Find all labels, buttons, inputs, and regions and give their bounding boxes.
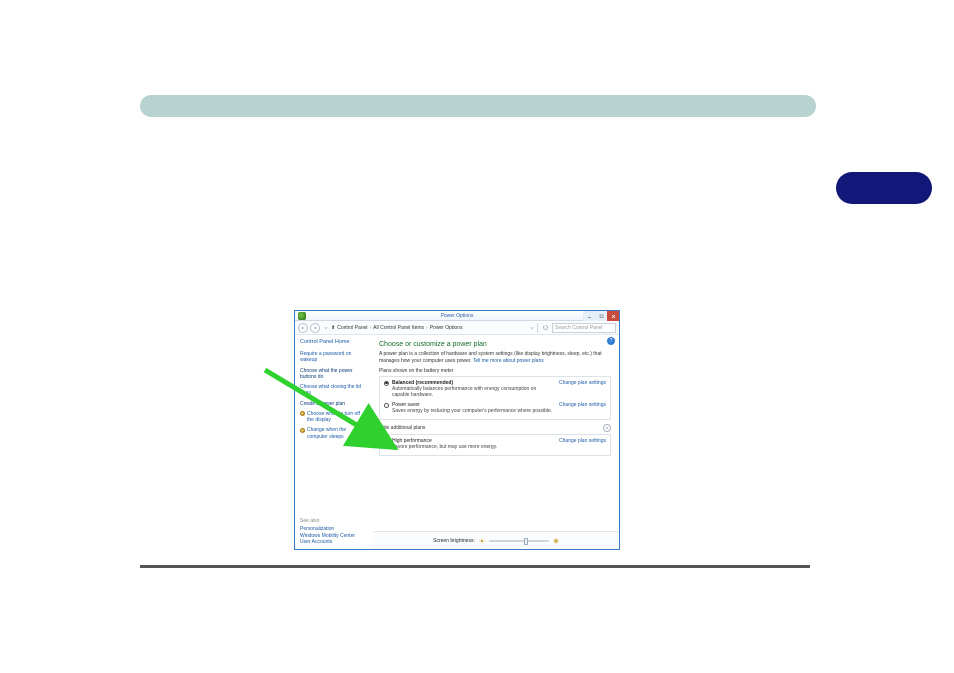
minimize-button[interactable] — [583, 311, 595, 321]
power-icon — [298, 312, 306, 320]
plan-desc: Saves energy by reducing your computer's… — [392, 408, 555, 414]
search-input[interactable]: Search Control Panel — [552, 323, 616, 333]
sidebar-link[interactable]: Choose what closing the lid does — [300, 384, 368, 397]
change-plan-settings-link[interactable]: Change plan settings — [559, 380, 606, 399]
chevron-right-icon: › — [370, 325, 372, 331]
battery-plans-box: Balanced (recommended) Automatically bal… — [379, 376, 611, 420]
brightness-label: Screen brightness: — [433, 538, 475, 544]
shield-icon — [300, 428, 305, 433]
plan-desc: Favors performance, but may use more ene… — [392, 444, 555, 450]
window-controls — [583, 311, 619, 321]
search-placeholder: Search Control Panel — [555, 325, 603, 331]
breadcrumb-item[interactable]: Power Options — [430, 325, 463, 331]
sidebar-link[interactable]: Create a power plan — [300, 401, 368, 407]
main-pane: ? Choose or customize a power plan A pow… — [373, 335, 619, 549]
change-plan-settings-link[interactable]: Change plan settings — [559, 438, 606, 451]
plan-radio-powersaver[interactable] — [384, 403, 389, 408]
sidebar-link[interactable]: Change when the computer sleeps — [307, 427, 368, 440]
close-button[interactable] — [607, 311, 619, 321]
sidebar-link[interactable]: Choose when to turn off the display — [307, 411, 368, 424]
titlebar: Power Options — [295, 311, 619, 321]
page-description: A power plan is a collection of hardware… — [379, 351, 611, 364]
see-also-link[interactable]: User Accounts — [300, 539, 368, 545]
brightness-slider[interactable] — [489, 540, 549, 542]
battery-plans-label: Plans shown on the battery meter — [379, 368, 611, 374]
chevron-up-icon — [603, 424, 611, 432]
slider-thumb[interactable] — [524, 538, 528, 545]
window-title: Power Options — [441, 313, 474, 319]
breadcrumb-dropdown-icon[interactable] — [528, 326, 535, 330]
see-also: See also Personalization Windows Mobilit… — [300, 518, 368, 545]
history-dropdown-icon[interactable] — [322, 326, 329, 330]
nav-row: ⬆ Control Panel › All Control Panel Item… — [295, 321, 619, 335]
help-icon[interactable]: ? — [607, 337, 615, 345]
page-heading: Choose or customize a power plan — [379, 341, 611, 348]
up-icon: ⬆ — [331, 325, 335, 331]
see-also-heading: See also — [300, 518, 368, 524]
breadcrumb-item[interactable]: All Control Panel Items — [373, 325, 424, 331]
sun-bright-icon — [553, 538, 559, 544]
back-button[interactable] — [298, 323, 308, 333]
divider — [537, 323, 538, 333]
hide-label: Hide additional plans — [379, 425, 425, 431]
sidebar-link[interactable]: Choose what the power buttons do — [300, 368, 368, 381]
sun-dim-icon — [479, 538, 485, 544]
sidebar: Control Panel Home Require a password on… — [295, 335, 373, 549]
hide-additional-plans-toggle[interactable]: Hide additional plans — [379, 424, 611, 432]
decorative-bottom-bar — [140, 565, 810, 568]
breadcrumb-item[interactable]: Control Panel — [337, 325, 367, 331]
refresh-button[interactable] — [540, 325, 550, 330]
sidebar-link[interactable]: Require a password on wakeup — [300, 351, 368, 364]
chevron-right-icon: › — [426, 325, 428, 331]
plan-radio-highperf[interactable] — [384, 439, 389, 444]
power-options-window: Power Options ⬆ Control Panel › All Cont… — [294, 310, 620, 550]
decorative-top-pill — [140, 95, 816, 117]
change-plan-settings-link[interactable]: Change plan settings — [559, 402, 606, 415]
forward-button[interactable] — [310, 323, 320, 333]
plan-radio-balanced[interactable] — [384, 381, 389, 386]
window-body: Control Panel Home Require a password on… — [295, 335, 619, 549]
decorative-side-pill — [836, 172, 932, 204]
shield-icon — [300, 411, 305, 416]
maximize-button[interactable] — [595, 311, 607, 321]
additional-plans-box: High performance Favors performance, but… — [379, 434, 611, 456]
tell-me-more-link[interactable]: Tell me more about power plans — [473, 358, 544, 364]
plan-desc: Automatically balances performance with … — [392, 386, 555, 398]
brightness-bar: Screen brightness: — [373, 531, 619, 549]
breadcrumb[interactable]: ⬆ Control Panel › All Control Panel Item… — [331, 325, 526, 331]
control-panel-home-link[interactable]: Control Panel Home — [300, 339, 368, 345]
